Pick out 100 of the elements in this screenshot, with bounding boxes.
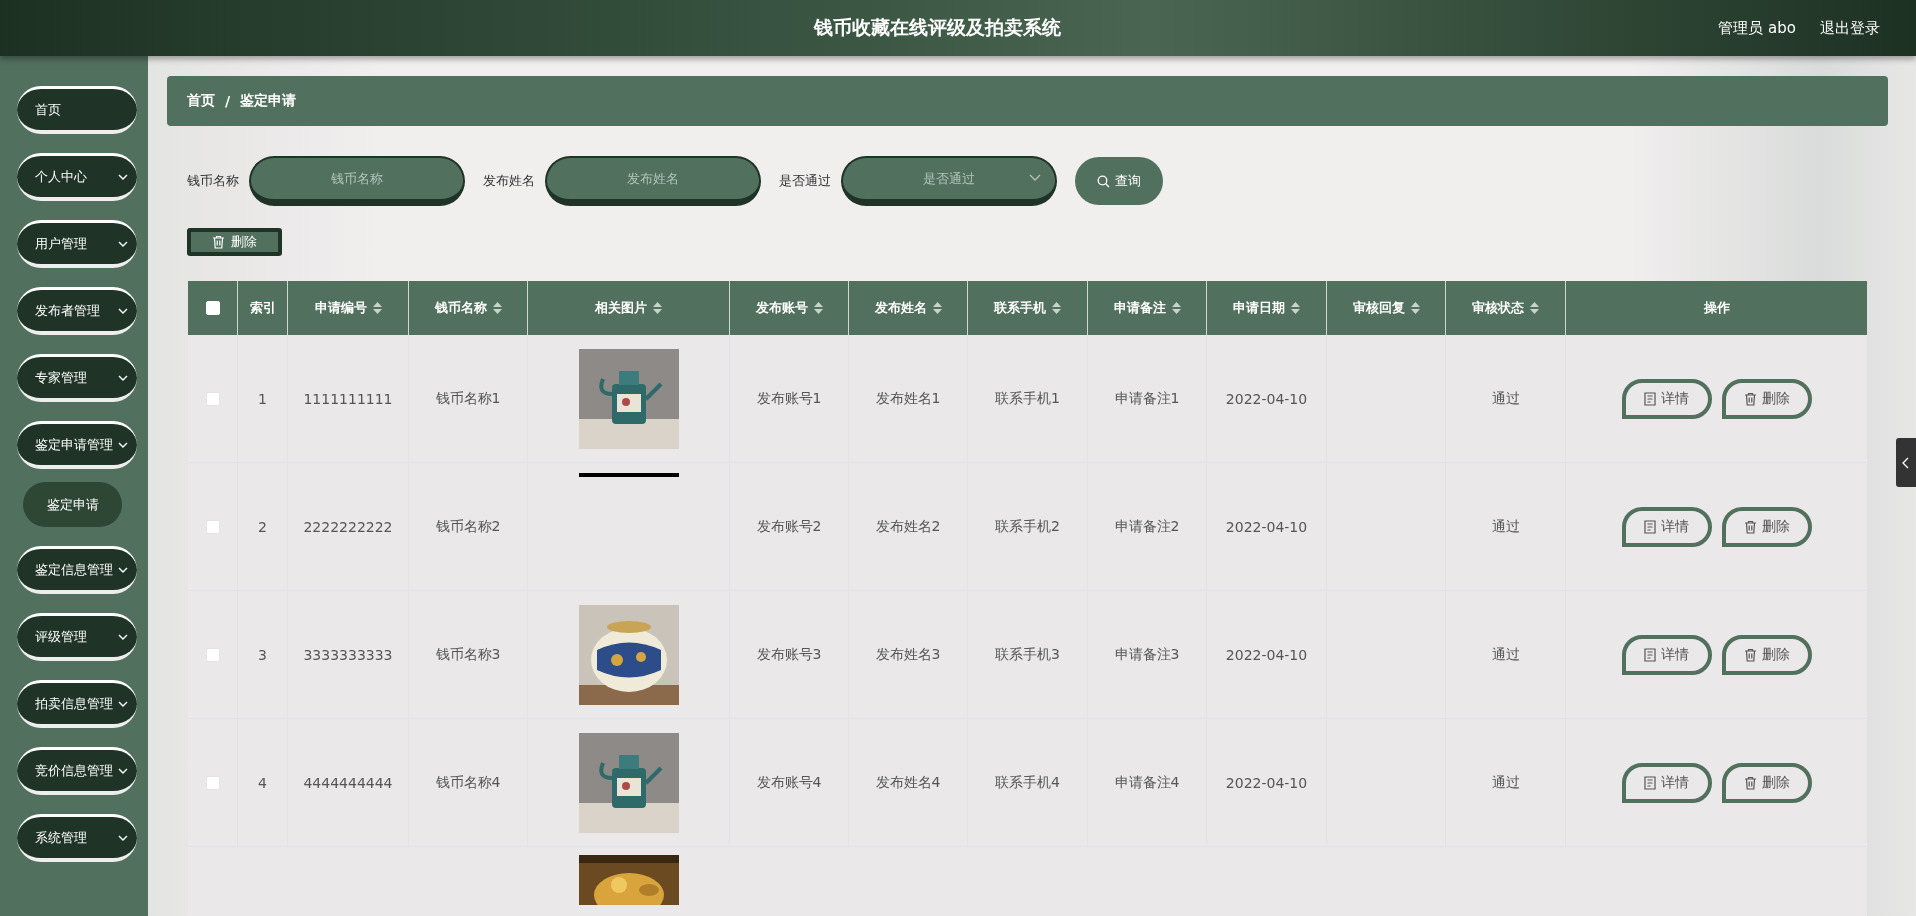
field-label: 发布姓名	[483, 172, 535, 190]
details-button[interactable]: 详情	[1621, 378, 1712, 419]
table-header-cell: 相关图片	[528, 281, 730, 335]
sort-icon[interactable]	[932, 302, 942, 314]
sidebar-item[interactable]: 首页	[17, 86, 137, 134]
table-header-cell: 发布账号	[730, 281, 849, 335]
checkbox[interactable]	[205, 775, 220, 790]
table-cell: 发布姓名1	[849, 335, 968, 463]
delete-button[interactable]: 删除	[1721, 506, 1812, 547]
table-cell: 发布账号1	[730, 335, 849, 463]
table-cell: 通过	[1446, 463, 1566, 591]
table-cell: 通过	[1446, 719, 1566, 847]
table-cell: 发布账号2	[730, 463, 849, 591]
details-button[interactable]: 详情	[1621, 762, 1712, 803]
table-cell: 2222222222	[288, 463, 409, 591]
sidebar-item[interactable]: 拍卖信息管理	[17, 680, 137, 728]
chevron-down-icon	[117, 306, 129, 315]
input-field[interactable]: 钱币名称	[249, 156, 465, 206]
delete-button[interactable]: 删除	[1721, 378, 1812, 419]
search-button[interactable]: 查询	[1075, 157, 1163, 205]
checkbox[interactable]	[205, 519, 220, 534]
table-header-cell: 联系手机	[968, 281, 1088, 335]
table-cell: 通过	[1446, 591, 1566, 719]
sidebar-item[interactable]: 鉴定信息管理	[17, 546, 137, 594]
delete-button[interactable]: 删除	[187, 228, 282, 256]
chevron-down-icon	[117, 766, 129, 775]
table-cell: 联系手机1	[968, 335, 1088, 463]
trash-icon	[1743, 775, 1757, 790]
table-cell: 联系手机3	[968, 591, 1088, 719]
field-label: 钱币名称	[187, 172, 239, 190]
document-icon	[1644, 519, 1656, 534]
chevron-down-icon	[1029, 174, 1041, 182]
delete-button[interactable]: 删除	[1721, 634, 1812, 675]
table-cell: 发布账号4	[730, 719, 849, 847]
input-field[interactable]: 发布姓名	[545, 156, 761, 206]
sidebar-item[interactable]: 鉴定申请管理	[17, 421, 137, 469]
sidebar-item[interactable]: 评级管理	[17, 613, 137, 661]
table-cell: 2022-04-10	[1207, 463, 1327, 591]
sort-icon[interactable]	[1291, 302, 1300, 314]
sort-icon[interactable]	[1171, 302, 1181, 314]
sidebar-item[interactable]: 竞价信息管理	[17, 747, 137, 795]
table-header-cell: 操作	[1566, 281, 1867, 335]
sort-icon[interactable]	[653, 302, 662, 314]
breadcrumb-separator: /	[225, 93, 231, 109]
delete-button[interactable]: 删除	[1721, 762, 1812, 803]
table-cell: 2	[238, 463, 288, 591]
table-header-cell: 申请备注	[1088, 281, 1207, 335]
checkbox[interactable]	[205, 391, 220, 406]
breadcrumb-item[interactable]: 鉴定申请	[240, 92, 297, 110]
table-cell: 发布姓名4	[849, 719, 968, 847]
table-cell: 3	[238, 591, 288, 719]
sort-icon[interactable]	[1530, 302, 1539, 314]
sidebar-subitem[interactable]: 鉴定申请	[23, 482, 122, 527]
table-cell: 钱币名称4	[409, 719, 528, 847]
chevron-down-icon	[117, 172, 129, 181]
collapse-tab[interactable]	[1896, 438, 1916, 487]
table-cell: 4	[238, 719, 288, 847]
sort-icon[interactable]	[813, 302, 823, 314]
sidebar-item[interactable]: 个人中心	[17, 153, 137, 201]
table-header-cell: 钱币名称	[409, 281, 528, 335]
chevron-down-icon	[117, 440, 129, 449]
table-cell: 钱币名称1	[409, 335, 528, 463]
sidebar-item[interactable]: 用户管理	[17, 220, 137, 268]
table-cell: 申请备注1	[1088, 335, 1207, 463]
sort-icon[interactable]	[1052, 302, 1061, 314]
document-icon	[1644, 775, 1656, 790]
chevron-down-icon	[117, 699, 129, 708]
table-cell: 2022-04-10	[1207, 335, 1327, 463]
app-title: 钱币收藏在线评级及拍卖系统	[812, 15, 1062, 40]
table-header-cell: 发布姓名	[849, 281, 968, 335]
table-header-cell: 申请日期	[1207, 281, 1327, 335]
breadcrumb-item[interactable]: 首页	[187, 92, 215, 110]
document-icon	[1644, 391, 1656, 406]
logout-link[interactable]: 退出登录	[1820, 18, 1880, 38]
sidebar-item[interactable]: 系统管理	[17, 814, 137, 862]
trash-icon	[1743, 519, 1757, 534]
chevron-down-icon	[117, 239, 129, 248]
sort-icon[interactable]	[492, 302, 502, 314]
sidebar-item[interactable]: 专家管理	[17, 354, 137, 402]
trash-icon	[212, 235, 225, 249]
sort-icon[interactable]	[372, 302, 382, 314]
chevron-down-icon	[117, 632, 129, 641]
table-header-cell: 申请编号	[288, 281, 409, 335]
search-icon	[1097, 174, 1110, 188]
table-cell: 联系手机2	[968, 463, 1088, 591]
table-cell: 发布账号3	[730, 591, 849, 719]
sort-icon[interactable]	[1410, 302, 1420, 314]
trash-icon	[1743, 391, 1757, 406]
table-cell: 1111111111	[288, 335, 409, 463]
checkbox[interactable]	[205, 647, 220, 662]
sidebar-item[interactable]: 发布者管理	[17, 287, 137, 335]
chevron-down-icon	[117, 373, 129, 382]
select-field[interactable]: 是否通过	[841, 156, 1057, 206]
table-cell: 联系手机4	[968, 719, 1088, 847]
table-cell: 发布姓名3	[849, 591, 968, 719]
details-button[interactable]: 详情	[1621, 634, 1712, 675]
details-button[interactable]: 详情	[1621, 506, 1712, 547]
table-cell: 2022-04-10	[1207, 719, 1327, 847]
trash-icon	[1743, 647, 1757, 662]
field-label: 是否通过	[779, 172, 831, 190]
